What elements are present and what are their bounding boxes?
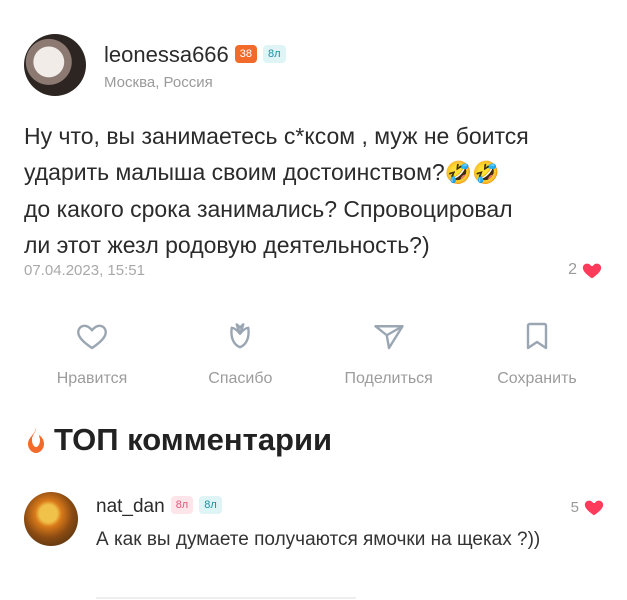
post-text-line-2-text: ударить малыша своим достоинством? bbox=[24, 159, 445, 185]
tulip-icon bbox=[230, 323, 251, 349]
thanks-button-label: Спасибо bbox=[208, 370, 273, 387]
comment-badge-teal: 8л bbox=[199, 495, 222, 514]
post-header: leonessa666 38 8л Москва, Россия bbox=[24, 34, 604, 98]
post-text-line-3: до какого срока занимались? Спровоцирова… bbox=[24, 196, 513, 222]
top-comments-title: ТОП комментарии bbox=[54, 422, 333, 457]
bookmark-icon bbox=[526, 322, 548, 350]
top-comments-heading: ТОП комментарии bbox=[24, 422, 332, 458]
heart-outline-icon bbox=[77, 324, 107, 350]
heart-filled-icon[interactable] bbox=[581, 259, 603, 281]
author-badge-orange: 38 bbox=[234, 45, 258, 64]
save-button[interactable]: Сохранить bbox=[467, 318, 607, 388]
like-button[interactable]: Нравится bbox=[22, 318, 162, 388]
post-like-count[interactable]: 2 bbox=[568, 259, 603, 281]
post-text-line-4: ли этот жезл родовую деятельность?) bbox=[24, 232, 430, 258]
author-badge-teal: 8л bbox=[263, 45, 286, 64]
thanks-button[interactable]: Спасибо bbox=[170, 318, 310, 388]
author-username[interactable]: leonessa666 38 8л bbox=[104, 42, 286, 68]
author-location: Москва, Россия bbox=[104, 74, 213, 91]
author-username-text[interactable]: leonessa666 bbox=[104, 42, 229, 67]
author-avatar[interactable] bbox=[24, 34, 86, 96]
comment-like-count[interactable]: 5 bbox=[571, 496, 605, 518]
send-icon bbox=[373, 325, 404, 350]
share-button[interactable]: Поделиться bbox=[319, 318, 459, 388]
heart-filled-icon[interactable] bbox=[583, 496, 605, 518]
comment-item: nat_dan 8л 8л А как вы думаете получаются … bbox=[24, 488, 609, 578]
share-button-label: Поделиться bbox=[344, 370, 433, 387]
comment-username[interactable]: nat_dan 8л 8л bbox=[96, 495, 222, 518]
post-text-line-2: ударить малыша своим достоинством?🤣🤣 bbox=[24, 154, 609, 191]
save-button-label: Сохранить bbox=[497, 370, 577, 387]
fire-icon bbox=[28, 427, 44, 453]
comment-username-text[interactable]: nat_dan bbox=[96, 496, 165, 517]
laughing-emoji: 🤣🤣 bbox=[444, 160, 500, 185]
post-text: Ну что, вы занимаетесь с*ксом , муж не б… bbox=[24, 118, 609, 263]
divider bbox=[96, 597, 356, 599]
like-button-label: Нравится bbox=[56, 370, 128, 387]
post-date: 07.04.2023, 15:51 bbox=[24, 262, 145, 279]
post-like-count-value: 2 bbox=[568, 261, 577, 278]
comment-like-count-value: 5 bbox=[570, 498, 579, 516]
post-actions: Нравится Спасибо Поделиться Сохранить bbox=[22, 318, 607, 388]
comment-badge-pink: 8л bbox=[170, 495, 194, 514]
post-text-line-1: Ну что, вы занимаетесь с*ксом , муж не б… bbox=[24, 123, 529, 149]
comment-text: А как вы думаете получаются ямочки на ще… bbox=[96, 529, 541, 550]
comment-avatar[interactable] bbox=[24, 492, 78, 546]
